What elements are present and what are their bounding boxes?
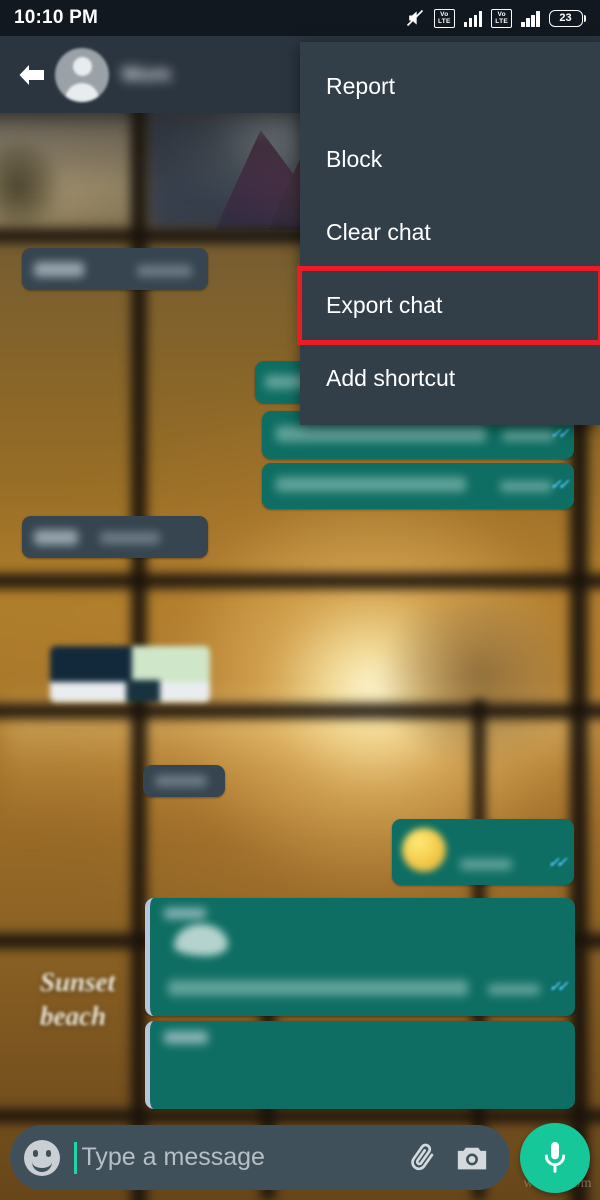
message-bubble-outgoing-reply[interactable] <box>145 1021 575 1109</box>
message-bubble-outgoing-reply[interactable]: ✓✓ <box>145 898 575 1016</box>
menu-item-add-shortcut[interactable]: Add shortcut <box>300 342 600 415</box>
status-bar: 10:10 PM Vo LTE Vo LTE 23 <box>0 0 600 36</box>
battery-tip <box>583 14 586 22</box>
menu-item-report[interactable]: Report <box>300 50 600 123</box>
contact-name[interactable]: Mom <box>122 63 171 87</box>
emoji-smile-shape <box>32 1158 52 1172</box>
message-input[interactable]: Type a message <box>82 1143 393 1172</box>
overflow-menu[interactable]: Report Block Clear chat Export chat Add … <box>297 42 600 425</box>
emoji-icon[interactable] <box>24 1139 60 1176</box>
status-bar-clock: 10:10 PM <box>14 7 98 28</box>
menu-item-block[interactable]: Block <box>300 123 600 196</box>
volte-bottom-text: LTE <box>437 18 451 25</box>
camera-icon <box>457 1147 487 1169</box>
avatar-person-body <box>65 82 99 102</box>
message-bubble-incoming[interactable] <box>22 516 208 558</box>
read-receipt-icon: ✓✓ <box>548 476 568 492</box>
attach-button[interactable] <box>402 1138 442 1178</box>
message-input-pill[interactable]: Type a message <box>10 1125 510 1190</box>
volte-sim2-icon: Vo LTE <box>491 8 513 28</box>
text-cursor <box>74 1141 77 1174</box>
back-button[interactable] <box>12 55 52 95</box>
message-bubble-incoming[interactable] <box>22 248 208 290</box>
sticker-shape <box>174 924 228 956</box>
message-bubble-incoming[interactable] <box>143 765 225 797</box>
volte-top-text: Vo <box>440 11 449 18</box>
paperclip-icon <box>411 1143 434 1170</box>
status-bar-icons: Vo LTE Vo LTE 23 <box>405 8 586 28</box>
avatar[interactable] <box>52 47 109 102</box>
message-media-preview[interactable] <box>50 646 210 702</box>
menu-item-clear-chat[interactable]: Clear chat <box>300 196 600 269</box>
signal-sim2-icon <box>521 10 540 27</box>
back-arrow-icon <box>19 64 44 85</box>
message-input-bar: Type a message <box>0 1115 600 1200</box>
whatsapp-chat-screen: Sunset beach wsxdn.com ✓✓ ✓✓ <box>0 0 600 1200</box>
volte-sim1-icon: Vo LTE <box>433 8 455 28</box>
camera-button[interactable] <box>452 1138 492 1178</box>
volte-top-text: Vo <box>497 11 506 18</box>
volte-bottom-text: LTE <box>495 18 508 25</box>
read-receipt-icon: ✓✓ <box>546 854 566 870</box>
message-bubble-outgoing[interactable]: ✓✓ <box>392 819 574 885</box>
avatar-image <box>55 47 109 102</box>
battery-level-text: 23 <box>548 9 583 27</box>
menu-item-export-chat[interactable]: Export chat <box>297 266 600 345</box>
avatar-person-head <box>72 56 92 76</box>
microphone-icon <box>544 1141 566 1173</box>
voice-message-button[interactable] <box>520 1122 590 1193</box>
message-bubble-outgoing[interactable]: ✓✓ <box>262 463 574 509</box>
signal-sim1-icon <box>463 10 483 27</box>
mute-icon <box>405 8 425 28</box>
read-receipt-icon: ✓✓ <box>547 978 567 994</box>
battery-icon: 23 <box>548 9 586 27</box>
emoji-sticker <box>402 828 446 872</box>
read-receipt-icon: ✓✓ <box>548 425 568 441</box>
